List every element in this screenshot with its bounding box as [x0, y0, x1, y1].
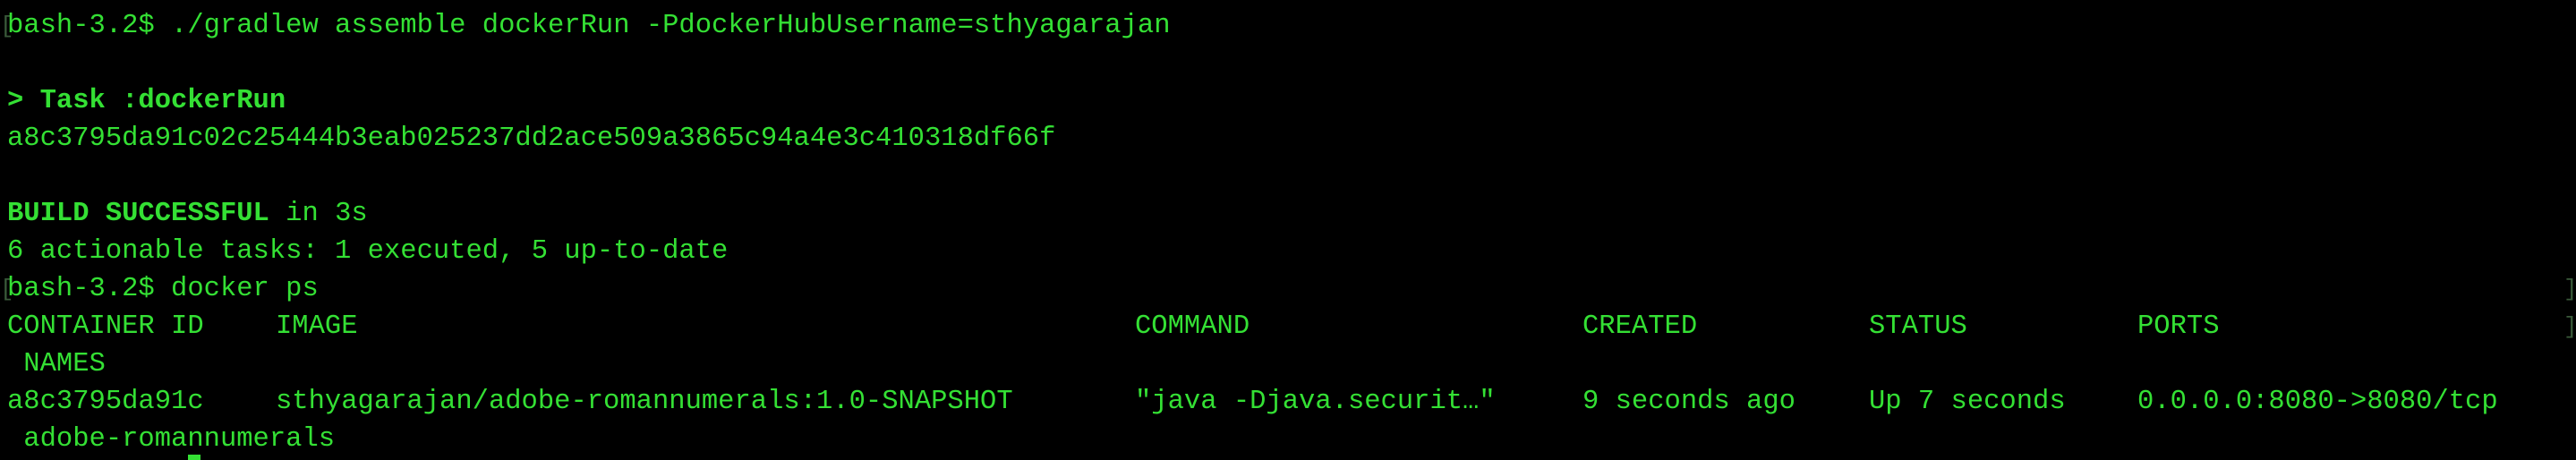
row-container-id: a8c3795da91c	[7, 387, 204, 417]
row-command: "java -Djava.securit…"	[1135, 387, 1496, 417]
header-created: CREATED	[1582, 311, 1698, 342]
row-status: Up 7 seconds	[1869, 387, 2066, 417]
tasks-summary-line: 6 actionable tasks: 1 executed, 5 up-to-…	[7, 236, 729, 267]
header-image: IMAGE	[276, 311, 358, 342]
build-time: in 3s	[269, 199, 368, 229]
container-hash-line: a8c3795da91c02c25444b3eab025237dd2ace509…	[7, 124, 1056, 154]
build-result-line: BUILD SUCCESSFUL in 3s	[7, 195, 368, 233]
terminal-window[interactable]: [ bash-3.2$ ./gradlew assemble dockerRun…	[0, 0, 2576, 460]
header-status: STATUS	[1869, 311, 1967, 342]
row-names: adobe-romannumerals	[7, 424, 336, 455]
build-status: BUILD SUCCESSFUL	[7, 199, 269, 229]
header-ports: PORTS	[2137, 311, 2220, 342]
line-marker-right: ]	[2563, 308, 2576, 345]
header-container-id: CONTAINER ID	[7, 311, 204, 342]
header-names: NAMES	[7, 349, 106, 379]
command-line-gradlew: bash-3.2$ ./gradlew assemble dockerRun -…	[7, 11, 1171, 41]
task-line: > Task :dockerRun	[7, 86, 286, 116]
text-cursor	[188, 455, 200, 460]
line-marker-right: ]	[2563, 270, 2576, 308]
row-created: 9 seconds ago	[1582, 387, 1796, 417]
command-line-docker-ps: bash-3.2$ docker ps	[7, 274, 319, 304]
header-command: COMMAND	[1135, 311, 1250, 342]
row-image: sthyagarajan/adobe-romannumerals:1.0-SNA…	[276, 387, 1013, 417]
row-ports: 0.0.0.0:8080->8080/tcp	[2137, 387, 2498, 417]
